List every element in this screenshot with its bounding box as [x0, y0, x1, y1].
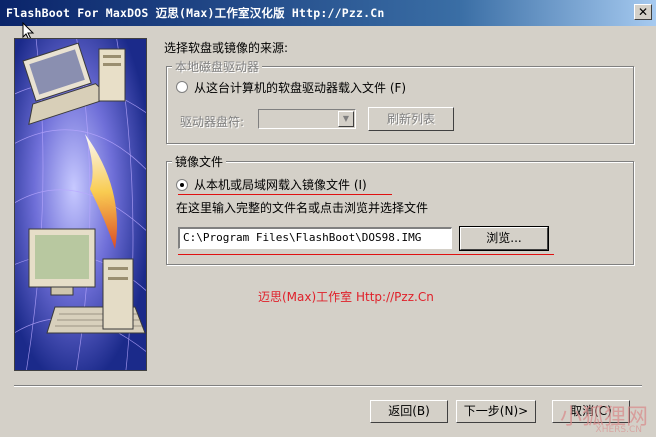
- chevron-down-icon[interactable]: ▼: [338, 111, 354, 127]
- image-group-legend: 镜像文件: [172, 153, 227, 170]
- image-source-label[interactable]: 从本机或局域网载入镜像文件 (I): [194, 176, 367, 193]
- floppy-group: [166, 66, 634, 144]
- refresh-list-button[interactable]: 刷新列表: [368, 107, 454, 131]
- footer-separator: [14, 385, 642, 387]
- drive-letter-label: 驱动器盘符:: [180, 115, 245, 129]
- next-button[interactable]: 下一步(N)>: [456, 400, 536, 423]
- image-source-radio[interactable]: [176, 179, 188, 191]
- browse-button[interactable]: 浏览...: [459, 226, 549, 251]
- wizard-illustration: [14, 38, 147, 371]
- refresh-list-label: 刷新列表: [386, 112, 435, 126]
- image-hint: 在这里输入完整的文件名或点击浏览并选择文件: [176, 201, 429, 215]
- flashboot-dialog: FlashBoot For MaxDOS 迈思(Max)工作室汉化版 Http:…: [0, 0, 656, 437]
- next-label: 下一步(N)>: [463, 404, 529, 418]
- back-button[interactable]: 返回(B): [370, 400, 448, 423]
- close-icon: ✕: [637, 5, 649, 19]
- annotation-underline: [178, 254, 554, 255]
- close-button[interactable]: ✕: [634, 4, 652, 20]
- site-watermark-url: XHERS.CN: [595, 425, 642, 435]
- annotation-underline: [178, 194, 392, 195]
- browse-label: 浏览...: [486, 231, 522, 245]
- floppy-source-radio[interactable]: [176, 81, 188, 93]
- brand-link[interactable]: 迈思(Max)工作室 Http://Pzz.Cn: [258, 288, 434, 305]
- window-title: FlashBoot For MaxDOS 迈思(Max)工作室汉化版 Http:…: [6, 6, 385, 20]
- computers-illustration: [15, 39, 146, 370]
- image-path-input[interactable]: C:\Program Files\FlashBoot\DOS98.IMG: [178, 227, 452, 249]
- drive-letter-select[interactable]: ▼: [258, 109, 356, 129]
- floppy-group-legend: 本地磁盘驱动器: [172, 58, 263, 75]
- back-label: 返回(B): [388, 404, 430, 418]
- source-prompt: 选择软盘或镜像的来源:: [164, 41, 289, 55]
- floppy-source-label[interactable]: 从这台计算机的软盘驱动器载入文件 (F): [194, 79, 406, 96]
- title-bar[interactable]: FlashBoot For MaxDOS 迈思(Max)工作室汉化版 Http:…: [0, 0, 656, 26]
